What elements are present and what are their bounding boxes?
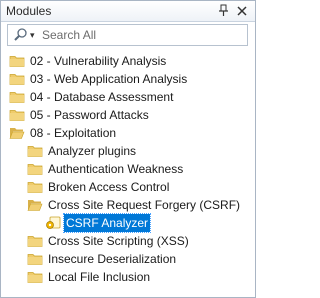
- folder-icon: [9, 54, 25, 68]
- tree-item[interactable]: 05 - Password Attacks: [1, 106, 255, 124]
- close-icon[interactable]: [235, 3, 249, 18]
- tree-item-label: 05 - Password Attacks: [30, 108, 149, 122]
- panel-titlebar: Modules: [1, 1, 255, 22]
- tree-item-label: 04 - Database Assessment: [30, 90, 174, 104]
- search-input[interactable]: [42, 26, 242, 44]
- folder-open-icon: [9, 126, 25, 140]
- tree-item[interactable]: Authentication Weakness: [1, 160, 255, 178]
- tree-item-label: Authentication Weakness: [48, 162, 184, 176]
- tree-item[interactable]: 02 - Vulnerability Analysis: [1, 52, 255, 70]
- tree-item[interactable]: 08 - Exploitation: [1, 124, 255, 142]
- tree-item[interactable]: Analyzer plugins: [1, 142, 255, 160]
- tree-item-label: Cross Site Request Forgery (CSRF): [48, 198, 241, 212]
- tree-item[interactable]: Cross Site Scripting (XSS): [1, 232, 255, 250]
- tree-item[interactable]: Cross Site Request Forgery (CSRF): [1, 196, 255, 214]
- folder-icon: [9, 90, 25, 104]
- modules-panel: Modules ▾ 02 - Vulnerability Analysis 03 …: [0, 0, 256, 298]
- chevron-down-icon[interactable]: ▾: [30, 27, 35, 43]
- tree-item[interactable]: 03 - Web Application Analysis: [1, 70, 255, 88]
- folder-open-icon: [27, 198, 43, 212]
- tree-item[interactable]: Insecure Deserialization: [1, 250, 255, 268]
- tree-item[interactable]: Broken Access Control: [1, 178, 255, 196]
- tree-item-label: CSRF Analyzer: [62, 213, 152, 233]
- folder-icon: [9, 72, 25, 86]
- tree-item[interactable]: CSRF Analyzer: [1, 213, 255, 233]
- folder-icon: [27, 270, 43, 284]
- tree-item[interactable]: 04 - Database Assessment: [1, 88, 255, 106]
- tree-item-label: 03 - Web Application Analysis: [30, 72, 188, 86]
- tree-item-label: Cross Site Scripting (XSS): [48, 234, 189, 248]
- module-tree: 02 - Vulnerability Analysis 03 - Web Appl…: [1, 52, 255, 286]
- tree-item-label: Insecure Deserialization: [48, 252, 177, 266]
- search-box[interactable]: ▾: [7, 24, 248, 46]
- module-icon: [45, 216, 61, 230]
- folder-icon: [27, 180, 43, 194]
- folder-icon: [9, 108, 25, 122]
- folder-icon: [27, 234, 43, 248]
- panel-title: Modules: [6, 4, 52, 18]
- folder-icon: [27, 252, 43, 266]
- search-icon[interactable]: [12, 27, 30, 43]
- tree-item-label: Local File Inclusion: [48, 270, 151, 284]
- tree-item-label: Analyzer plugins: [48, 144, 137, 158]
- tree-item[interactable]: Local File Inclusion: [1, 268, 255, 286]
- tree-item-label: Broken Access Control: [48, 180, 170, 194]
- pin-icon[interactable]: [217, 3, 231, 18]
- folder-icon: [27, 162, 43, 176]
- tree-item-label: 08 - Exploitation: [30, 126, 117, 140]
- folder-icon: [27, 144, 43, 158]
- tree-item-label: 02 - Vulnerability Analysis: [30, 54, 167, 68]
